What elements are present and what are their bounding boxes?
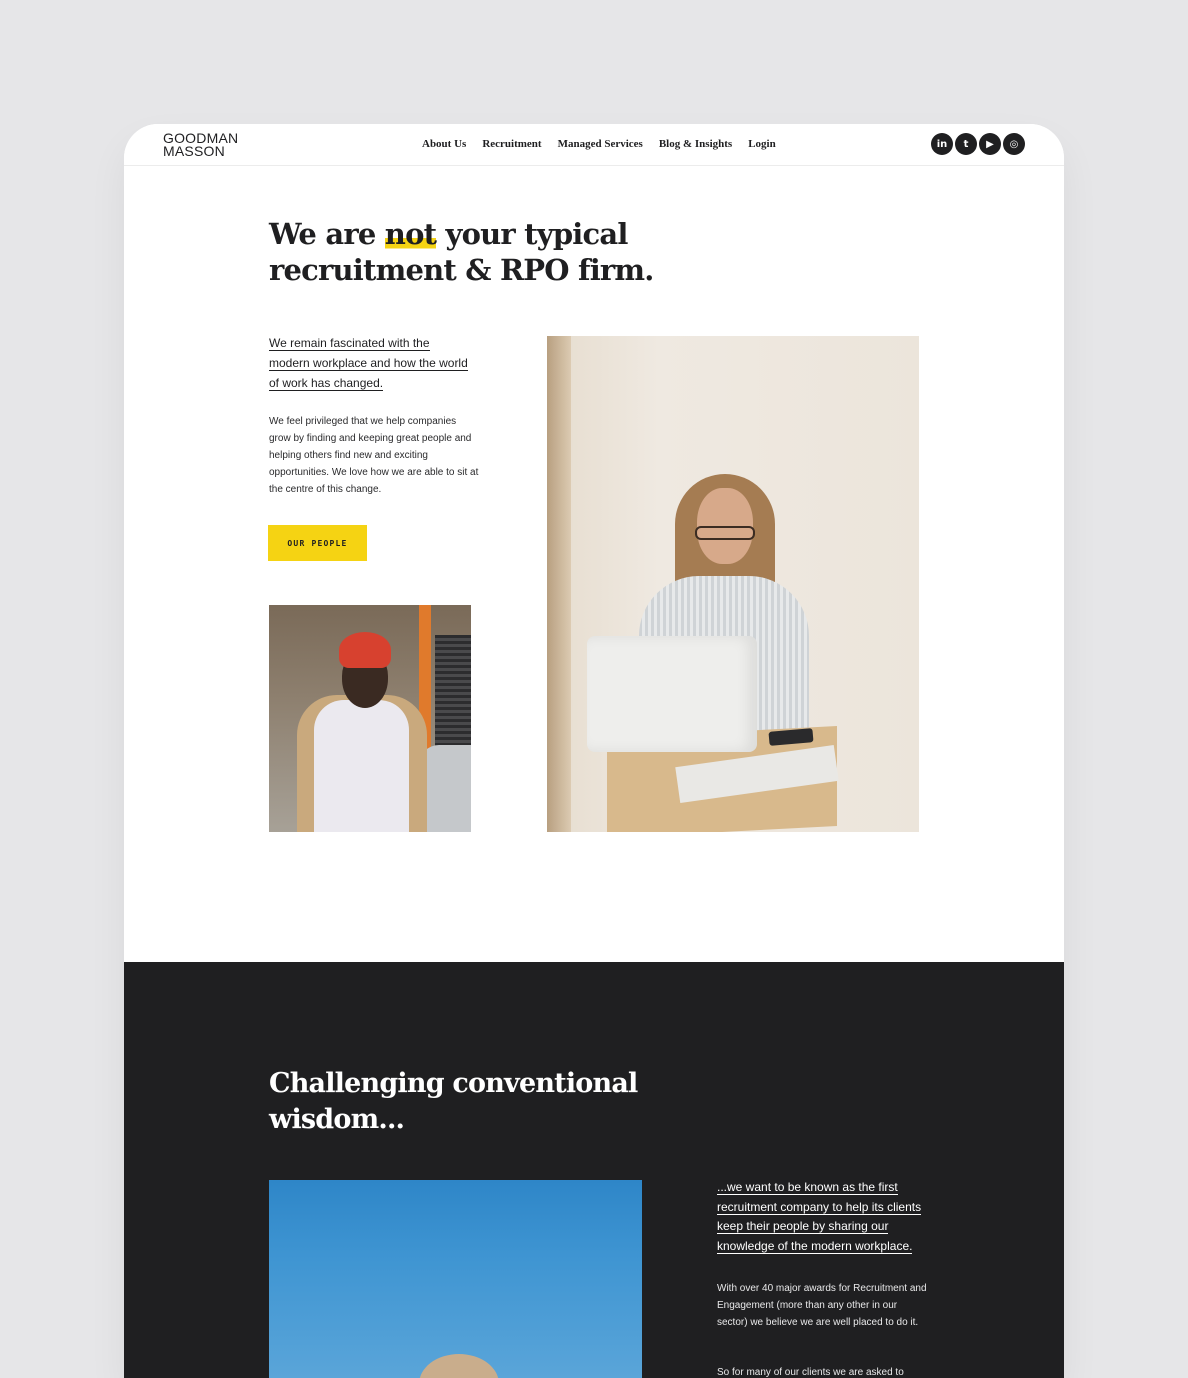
hero-body: We feel privileged that we help companie…	[269, 416, 479, 495]
dark-section-body-2: So for many of our clients we are asked …	[717, 1367, 904, 1378]
hero-title: We are not your typical recruitment & RP…	[269, 216, 689, 288]
photo-woman-laptop	[547, 336, 919, 832]
instagram-icon[interactable]: ◎	[1003, 133, 1025, 155]
nav-recruitment[interactable]: Recruitment	[482, 138, 541, 150]
social-links: in t ▶ ◎	[931, 133, 1025, 155]
hero-title-highlight: not	[384, 217, 437, 251]
dark-section-intro: ...we want to be known as the first recr…	[717, 1178, 947, 1256]
site-logo[interactable]: GOODMAN MASSON	[163, 131, 238, 159]
photo-young-man	[269, 605, 471, 832]
nav-login[interactable]: Login	[748, 138, 776, 150]
nav-managed-services[interactable]: Managed Services	[558, 138, 643, 150]
main-nav: About Us Recruitment Managed Services Bl…	[422, 138, 792, 150]
logo-line-2: MASSON	[163, 143, 225, 159]
dark-section-photo	[269, 1180, 642, 1378]
our-people-button[interactable]: OUR PEOPLE	[268, 525, 367, 561]
twitter-icon[interactable]: t	[955, 133, 977, 155]
nav-blog-insights[interactable]: Blog & Insights	[659, 138, 732, 150]
site-header: GOODMAN MASSON About Us Recruitment Mana…	[124, 124, 1064, 166]
hero-title-pre: We are	[269, 217, 385, 251]
hero-intro: We remain fascinated with the modern wor…	[269, 334, 469, 393]
dark-section: Challenging conventional wisdom... ...we…	[124, 962, 1064, 1378]
dark-section-body: With over 40 major awards for Recruitmen…	[717, 1283, 927, 1328]
browser-frame: GOODMAN MASSON About Us Recruitment Mana…	[124, 124, 1064, 1378]
dark-section-intro-text: ...we want to be known as the first recr…	[717, 1180, 922, 1254]
nav-about-us[interactable]: About Us	[422, 138, 466, 150]
linkedin-icon[interactable]: in	[931, 133, 953, 155]
dark-section-title: Challenging conventional wisdom...	[269, 1068, 638, 1135]
youtube-icon[interactable]: ▶	[979, 133, 1001, 155]
hero-intro-text: We remain fascinated with the modern wor…	[269, 336, 468, 391]
